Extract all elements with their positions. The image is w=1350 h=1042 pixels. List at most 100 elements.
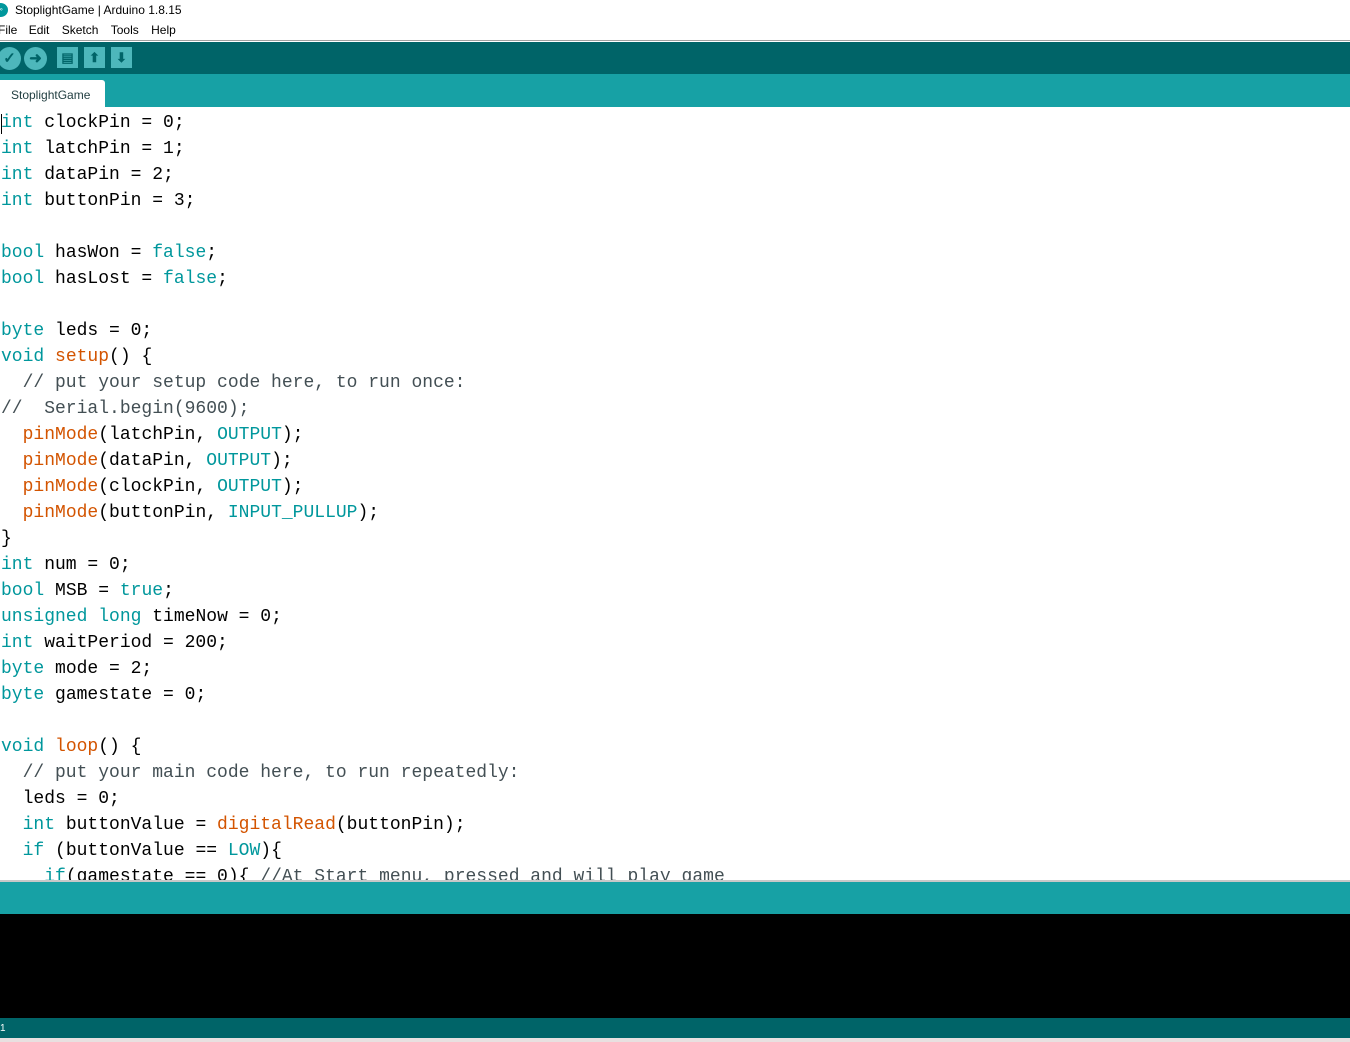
code-token: void <box>1 737 45 757</box>
code-token: int <box>1 165 34 185</box>
code-token: timeNow = 0; <box>141 607 282 627</box>
code-token: unsigned <box>1 607 88 627</box>
code-token: pinMode <box>22 451 99 471</box>
code-token: } <box>1 529 12 549</box>
code-token: hasWon = <box>44 243 153 263</box>
code-token: OUTPUT <box>217 477 282 497</box>
code-line: byte leds = 0; <box>0 315 1350 341</box>
code-line: void setup() { <box>0 341 1350 367</box>
code-token: int <box>1 139 34 159</box>
menu-sketch[interactable]: Sketch <box>62 20 99 41</box>
code-token: ; <box>206 243 218 263</box>
line-number: 1 <box>0 1023 6 1034</box>
code-token: if <box>22 841 45 861</box>
code-token: (gamestate == 0){ <box>65 867 261 880</box>
code-token: INPUT_PULLUP <box>227 503 358 523</box>
code-line: pinMode(dataPin, OUTPUT); <box>0 445 1350 471</box>
code-token: int <box>1 191 34 211</box>
menu-file[interactable]: File <box>0 20 17 41</box>
code-line: bool hasLost = false; <box>0 263 1350 289</box>
code-token: if <box>44 867 66 880</box>
code-line: pinMode(clockPin, OUTPUT); <box>0 471 1350 497</box>
menu-help[interactable]: Help <box>151 20 176 41</box>
window-bottom-edge <box>0 1038 1350 1042</box>
code-token: ); <box>281 425 304 445</box>
new-button[interactable]: ▤ <box>57 47 78 68</box>
code-token: //At Start menu, pressed and will play g… <box>260 867 725 880</box>
tab-stoplightgame[interactable]: StoplightGame <box>0 80 105 107</box>
code-line: pinMode(latchPin, OUTPUT); <box>0 419 1350 445</box>
code-token: clockPin = 0; <box>33 113 185 133</box>
code-token: setup <box>55 347 110 367</box>
code-line: int waitPeriod = 200; <box>0 627 1350 653</box>
code-token: ){ <box>260 841 282 861</box>
tab-bar: StoplightGame <box>0 74 1350 107</box>
code-token: long <box>98 607 142 627</box>
code-line: leds = 0; <box>0 783 1350 809</box>
code-token: leds = 0; <box>44 321 153 341</box>
code-line: pinMode(buttonPin, INPUT_PULLUP); <box>0 497 1350 523</box>
code-token: OUTPUT <box>206 451 272 471</box>
code-token: num = 0; <box>33 555 131 575</box>
code-line: bool hasWon = false; <box>0 237 1350 263</box>
code-token: // put your main code here, to run repea… <box>1 763 520 783</box>
window-title: StoplightGame | Arduino 1.8.15 <box>15 3 182 17</box>
code-token: bool <box>1 269 45 289</box>
code-token: (dataPin, <box>98 451 207 471</box>
code-token: ); <box>357 503 380 523</box>
code-token: gamestate = 0; <box>44 685 207 705</box>
code-token: (buttonValue == <box>44 841 228 861</box>
console-output <box>0 914 1350 1018</box>
code-token: pinMode <box>22 503 99 523</box>
code-token: buttonPin = 3; <box>33 191 196 211</box>
upload-button[interactable]: ➜ <box>24 47 47 70</box>
code-token: int <box>1 113 34 133</box>
menu-edit[interactable]: Edit <box>29 20 50 41</box>
code-token: void <box>1 347 45 367</box>
code-token: OUTPUT <box>217 425 282 445</box>
code-token: bool <box>1 243 45 263</box>
code-token: // Serial.begin(9600); <box>1 399 250 419</box>
code-token: pinMode <box>22 425 99 445</box>
code-token: ; <box>217 269 228 289</box>
code-token: int <box>22 815 56 835</box>
text-caret <box>1 114 2 134</box>
code-line: int clockPin = 0; <box>0 107 1350 133</box>
code-token: ); <box>281 477 304 497</box>
code-line: void loop() { <box>0 731 1350 757</box>
open-button[interactable]: ⬆ <box>84 47 105 68</box>
code-token: dataPin = 2; <box>33 165 174 185</box>
code-line: // Serial.begin(9600); <box>0 393 1350 419</box>
code-line: // put your setup code here, to run once… <box>0 367 1350 393</box>
arduino-logo-icon: ∞ <box>0 3 8 17</box>
code-token: LOW <box>227 841 261 861</box>
save-button[interactable]: ⬇ <box>111 47 132 68</box>
code-token: mode = 2; <box>44 659 153 679</box>
code-token: byte <box>1 321 45 341</box>
menu-tools[interactable]: Tools <box>111 20 139 41</box>
code-token: ); <box>271 451 293 471</box>
code-line: byte mode = 2; <box>0 653 1350 679</box>
code-token: hasLost = <box>44 269 164 289</box>
code-line: int buttonValue = digitalRead(buttonPin)… <box>0 809 1350 835</box>
code-line: int dataPin = 2; <box>0 159 1350 185</box>
code-editor[interactable]: int clockPin = 0; int latchPin = 1; int da… <box>0 107 1350 880</box>
code-token: byte <box>1 685 45 705</box>
code-token: pinMode <box>22 477 99 497</box>
code-line: if (buttonValue == LOW){ <box>0 835 1350 861</box>
code-line: int num = 0; <box>0 549 1350 575</box>
verify-button[interactable]: ✓ <box>0 47 21 70</box>
code-token: (buttonPin, <box>98 503 228 523</box>
code-token: loop <box>55 737 99 757</box>
